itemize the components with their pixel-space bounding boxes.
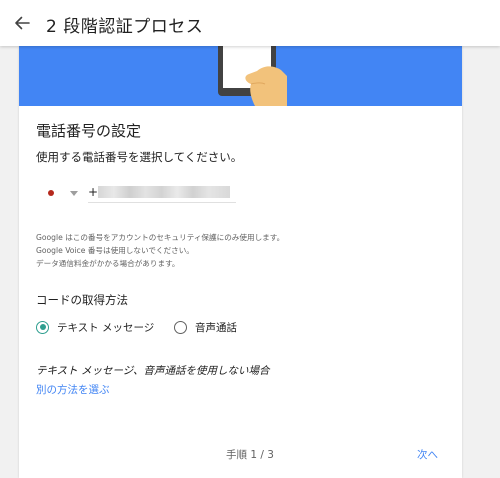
- country-flag-icon[interactable]: [48, 190, 54, 196]
- back-button[interactable]: [10, 11, 34, 35]
- radio-label: テキスト メッセージ: [57, 321, 155, 334]
- instruction-text: 使用する電話番号を選択してください。: [36, 150, 243, 164]
- note-line: Google はこの番号をアカウントのセキュリティ保護にのみ使用します。: [36, 233, 285, 242]
- step-indicator: 手順 1 / 3: [226, 449, 274, 461]
- radio-voice-call[interactable]: 音声通話: [174, 319, 237, 335]
- arrow-left-icon: [15, 16, 30, 30]
- chevron-down-icon[interactable]: [70, 191, 78, 196]
- phone-illustration: [218, 46, 287, 106]
- radio-text-message[interactable]: テキスト メッセージ: [36, 319, 154, 335]
- redacted-phone-number: [98, 186, 230, 198]
- next-button[interactable]: 次へ: [417, 447, 438, 462]
- choose-other-method-link[interactable]: 別の方法を選ぶ: [36, 382, 110, 397]
- setup-card: 電話番号の設定 使用する電話番号を選択してください。 Google はこの番号を…: [19, 46, 462, 478]
- method-label: コードの取得方法: [36, 293, 128, 307]
- note-line: データ通信料金がかかる場合があります。: [36, 259, 180, 268]
- app-bar: 2 段階認証プロセス: [0, 0, 500, 46]
- hero-banner: [19, 46, 462, 106]
- section-title: 電話番号の設定: [36, 122, 142, 140]
- phone-number-row: [36, 182, 236, 204]
- page-title: 2 段階認証プロセス: [46, 17, 204, 37]
- note-line: Google Voice 番号は使用しないでください。: [36, 246, 194, 255]
- radio-checked-icon[interactable]: [36, 320, 49, 334]
- radio-label: 音声通話: [195, 321, 237, 334]
- alternative-question: テキスト メッセージ、音声通話を使用しない場合: [36, 365, 270, 377]
- radio-unchecked-icon[interactable]: [174, 320, 187, 334]
